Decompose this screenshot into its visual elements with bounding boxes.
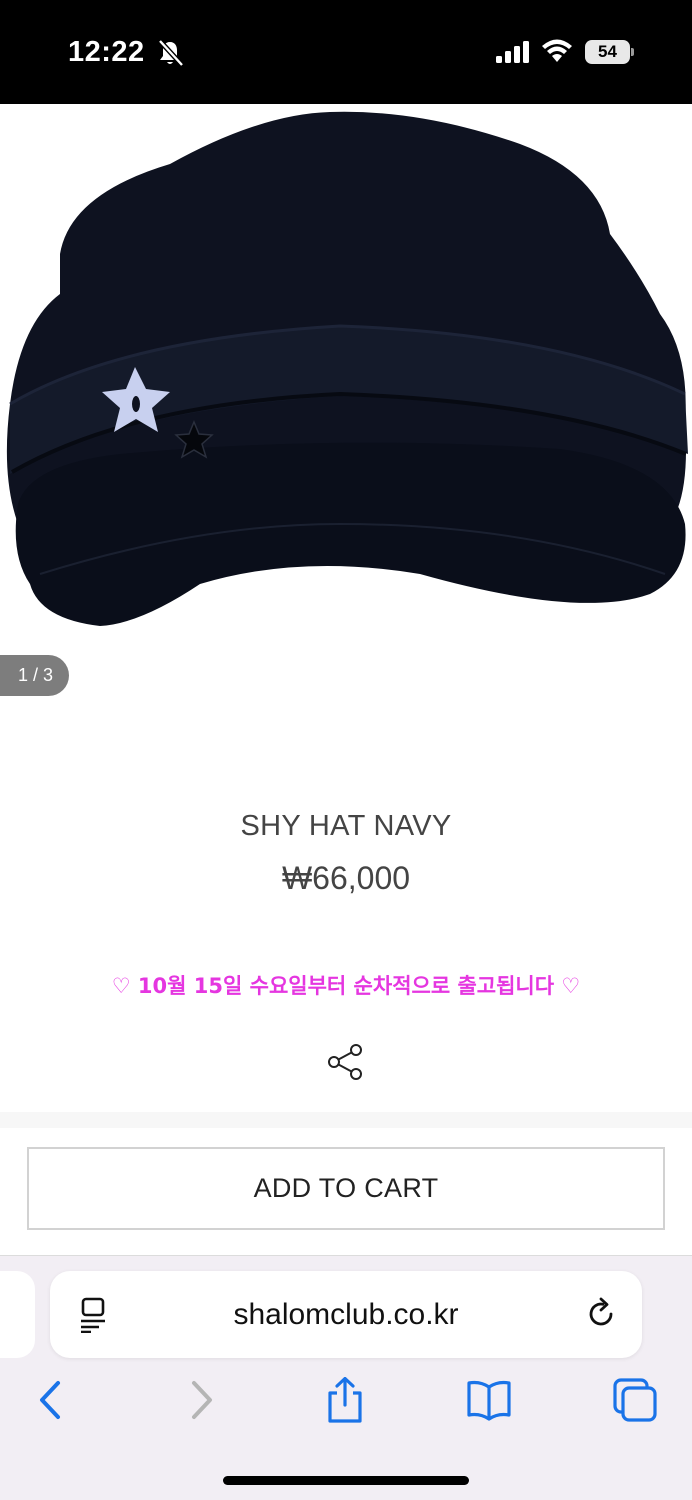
shipping-notice: ♡ 10월 15일 수요일부터 순차적으로 출고됩니다 ♡ (111, 974, 581, 998)
tabs-icon[interactable] (612, 1377, 658, 1423)
section-divider (0, 1112, 692, 1128)
product-image[interactable] (0, 104, 692, 724)
forward-icon[interactable] (178, 1377, 224, 1423)
share-icon[interactable] (325, 1042, 365, 1082)
add-to-cart-button[interactable]: ADD TO CART (27, 1147, 665, 1230)
home-indicator (223, 1476, 469, 1485)
bell-slash-icon (158, 39, 184, 67)
back-icon[interactable] (28, 1377, 74, 1423)
address-bar[interactable]: shalomclub.co.kr (50, 1271, 642, 1358)
share-sheet-icon[interactable] (322, 1377, 368, 1423)
product-name: SHY HAT NAVY (240, 810, 452, 842)
product-price: ₩66,000 (281, 860, 411, 896)
reload-icon[interactable] (583, 1296, 619, 1332)
wifi-icon (542, 39, 572, 62)
bookmarks-icon[interactable] (466, 1377, 512, 1423)
hat-photo (6, 111, 688, 626)
status-time: 12:22 (68, 36, 145, 68)
battery-icon: 54 (585, 40, 635, 64)
image-counter: 1 / 3 (0, 655, 69, 696)
url-text[interactable]: shalomclub.co.kr (50, 1271, 642, 1358)
cellular-signal-icon (496, 41, 529, 63)
battery-level: 54 (585, 40, 630, 64)
previous-tab-preview[interactable] (0, 1271, 35, 1358)
status-bar: 12:22 54 (0, 0, 692, 104)
